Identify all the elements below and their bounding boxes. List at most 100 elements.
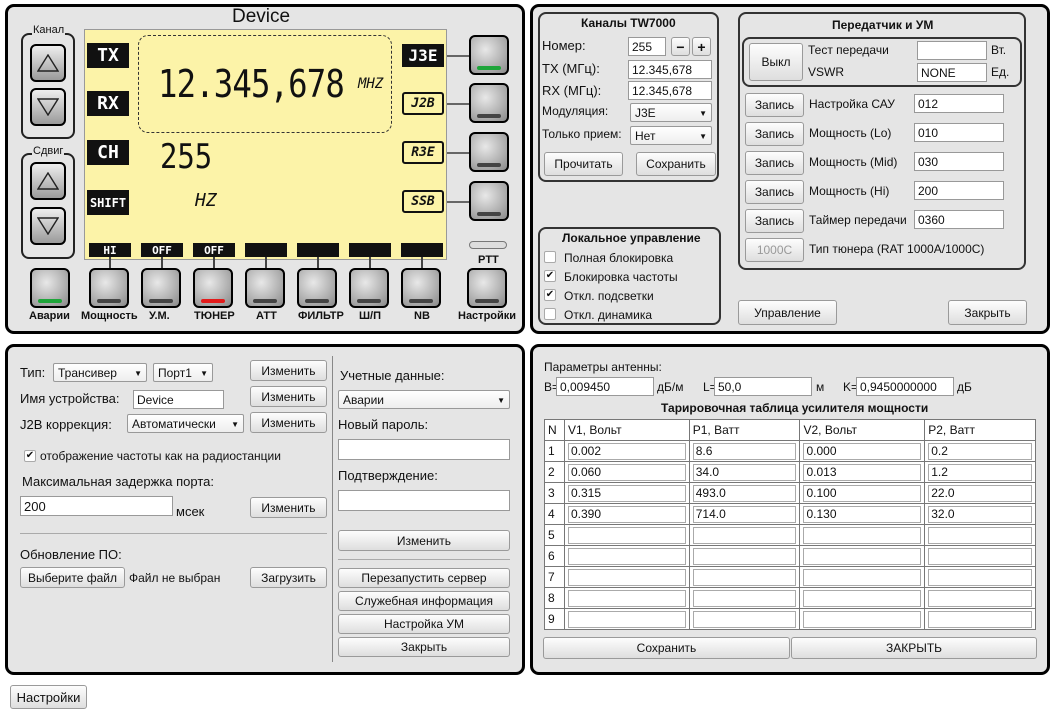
cell-input[interactable]: [568, 526, 686, 544]
save-channel-button[interactable]: Сохранить: [636, 152, 716, 176]
cell-input[interactable]: [928, 568, 1032, 586]
amp-setup-button[interactable]: Настройка УМ: [338, 614, 510, 634]
cell-input[interactable]: 0.002: [568, 442, 686, 460]
control-button[interactable]: Управление: [738, 300, 837, 325]
settings-button[interactable]: Настройки: [10, 685, 87, 709]
confirm-input[interactable]: [338, 490, 510, 511]
cell-input[interactable]: 0.013: [803, 463, 922, 481]
decrement-button[interactable]: −: [671, 37, 690, 56]
tuner-button[interactable]: [193, 268, 233, 308]
cell-input[interactable]: 22.0: [928, 484, 1032, 502]
cell-input[interactable]: 34.0: [692, 463, 797, 481]
att-button[interactable]: [245, 268, 285, 308]
number-input[interactable]: 255: [628, 37, 666, 56]
channel-up-button[interactable]: [30, 44, 66, 82]
off-button[interactable]: Выкл: [749, 43, 803, 81]
noise-button[interactable]: [349, 268, 389, 308]
service-info-button[interactable]: Служебная информация: [338, 591, 510, 611]
backlight-off-checkbox[interactable]: ✔: [544, 289, 556, 301]
k-input[interactable]: 0,9450000000: [856, 377, 954, 396]
cell-input[interactable]: [803, 610, 922, 628]
change-delay-button[interactable]: Изменить: [250, 497, 327, 518]
cell-input[interactable]: [803, 547, 922, 565]
write-mid-button[interactable]: Запись: [745, 151, 804, 175]
restart-server-button[interactable]: Перезапустить сервер: [338, 568, 510, 588]
cell-input[interactable]: 32.0: [928, 505, 1032, 523]
cell-input[interactable]: [803, 568, 922, 586]
close-settings-button[interactable]: Закрыть: [338, 637, 510, 657]
b-input[interactable]: 0,009450: [556, 377, 654, 396]
speaker-off-checkbox[interactable]: [544, 308, 556, 320]
cell-input[interactable]: 493.0: [692, 484, 797, 502]
cell-input[interactable]: 0.100: [803, 484, 922, 502]
cell-input[interactable]: 0.315: [568, 484, 686, 502]
cell-input[interactable]: [568, 589, 686, 607]
modulation-select[interactable]: J3E: [630, 103, 712, 122]
shift-down-button[interactable]: [30, 207, 66, 245]
mode-j3e-button[interactable]: [469, 35, 509, 75]
power-hi-input[interactable]: 200: [914, 181, 1004, 200]
cell-input[interactable]: 1.2: [928, 463, 1032, 481]
write-timer-button[interactable]: Запись: [745, 209, 804, 233]
rxonly-select[interactable]: Нет: [630, 126, 712, 145]
cell-input[interactable]: [568, 610, 686, 628]
close-tx-button[interactable]: Закрыть: [948, 300, 1027, 325]
settings-device-button[interactable]: [467, 268, 507, 308]
filter-button[interactable]: [297, 268, 337, 308]
l-input[interactable]: 50,0: [714, 377, 812, 396]
full-lock-checkbox[interactable]: [544, 251, 556, 263]
power-button[interactable]: [89, 268, 129, 308]
write-lo-button[interactable]: Запись: [745, 122, 804, 146]
save-calibration-button[interactable]: Сохранить: [543, 637, 790, 659]
cell-input[interactable]: [928, 547, 1032, 565]
freq-display-checkbox[interactable]: ✔: [24, 450, 36, 462]
timer-input[interactable]: 0360: [914, 210, 1004, 229]
mode-j2b-button[interactable]: [469, 83, 509, 123]
cell-input[interactable]: 0.2: [928, 442, 1032, 460]
power-lo-input[interactable]: 010: [914, 123, 1004, 142]
freq-lock-checkbox[interactable]: ✔: [544, 270, 556, 282]
increment-button[interactable]: +: [692, 37, 711, 56]
agc-input[interactable]: 012: [914, 94, 1004, 113]
cell-input[interactable]: [928, 589, 1032, 607]
new-password-input[interactable]: [338, 439, 510, 460]
change-name-button[interactable]: Изменить: [250, 386, 327, 407]
write-agc-button[interactable]: Запись: [745, 93, 804, 117]
cell-input[interactable]: [928, 526, 1032, 544]
cell-input[interactable]: [568, 568, 686, 586]
power-mid-input[interactable]: 030: [914, 152, 1004, 171]
cell-input[interactable]: [803, 526, 922, 544]
cell-input[interactable]: [692, 610, 797, 628]
cell-input[interactable]: 714.0: [692, 505, 797, 523]
cell-input[interactable]: 0.000: [803, 442, 922, 460]
shift-up-button[interactable]: [30, 162, 66, 200]
mode-r3e-button[interactable]: [469, 132, 509, 172]
channel-down-button[interactable]: [30, 88, 66, 126]
write-hi-button[interactable]: Запись: [745, 180, 804, 204]
upload-button[interactable]: Загрузить: [250, 567, 327, 588]
alarms-button[interactable]: [30, 268, 70, 308]
test-input[interactable]: [917, 41, 987, 60]
nb-button[interactable]: [401, 268, 441, 308]
j2b-select[interactable]: Автоматически: [127, 414, 244, 433]
port-select[interactable]: Порт1: [153, 363, 213, 382]
close-calibration-button[interactable]: ЗАКРЫТЬ: [791, 637, 1037, 659]
rx-input[interactable]: 12.345,678: [628, 81, 712, 100]
choose-file-button[interactable]: Выберите файл: [20, 567, 125, 588]
vswr-input[interactable]: NONE: [917, 63, 987, 82]
change-type-button[interactable]: Изменить: [250, 360, 327, 381]
delay-input[interactable]: 200: [20, 496, 173, 516]
cell-input[interactable]: [803, 589, 922, 607]
cell-input[interactable]: 0.130: [803, 505, 922, 523]
type-select[interactable]: Трансивер: [53, 363, 147, 382]
cell-input[interactable]: 0.390: [568, 505, 686, 523]
change-j2b-button[interactable]: Изменить: [250, 412, 327, 433]
cell-input[interactable]: 8.6: [692, 442, 797, 460]
cell-input[interactable]: [692, 547, 797, 565]
tuner-type-button[interactable]: 1000C: [745, 238, 804, 262]
name-input[interactable]: Device: [133, 390, 224, 409]
cell-input[interactable]: [928, 610, 1032, 628]
tx-input[interactable]: 12.345,678: [628, 60, 712, 79]
cell-input[interactable]: [692, 589, 797, 607]
cell-input[interactable]: 0.060: [568, 463, 686, 481]
